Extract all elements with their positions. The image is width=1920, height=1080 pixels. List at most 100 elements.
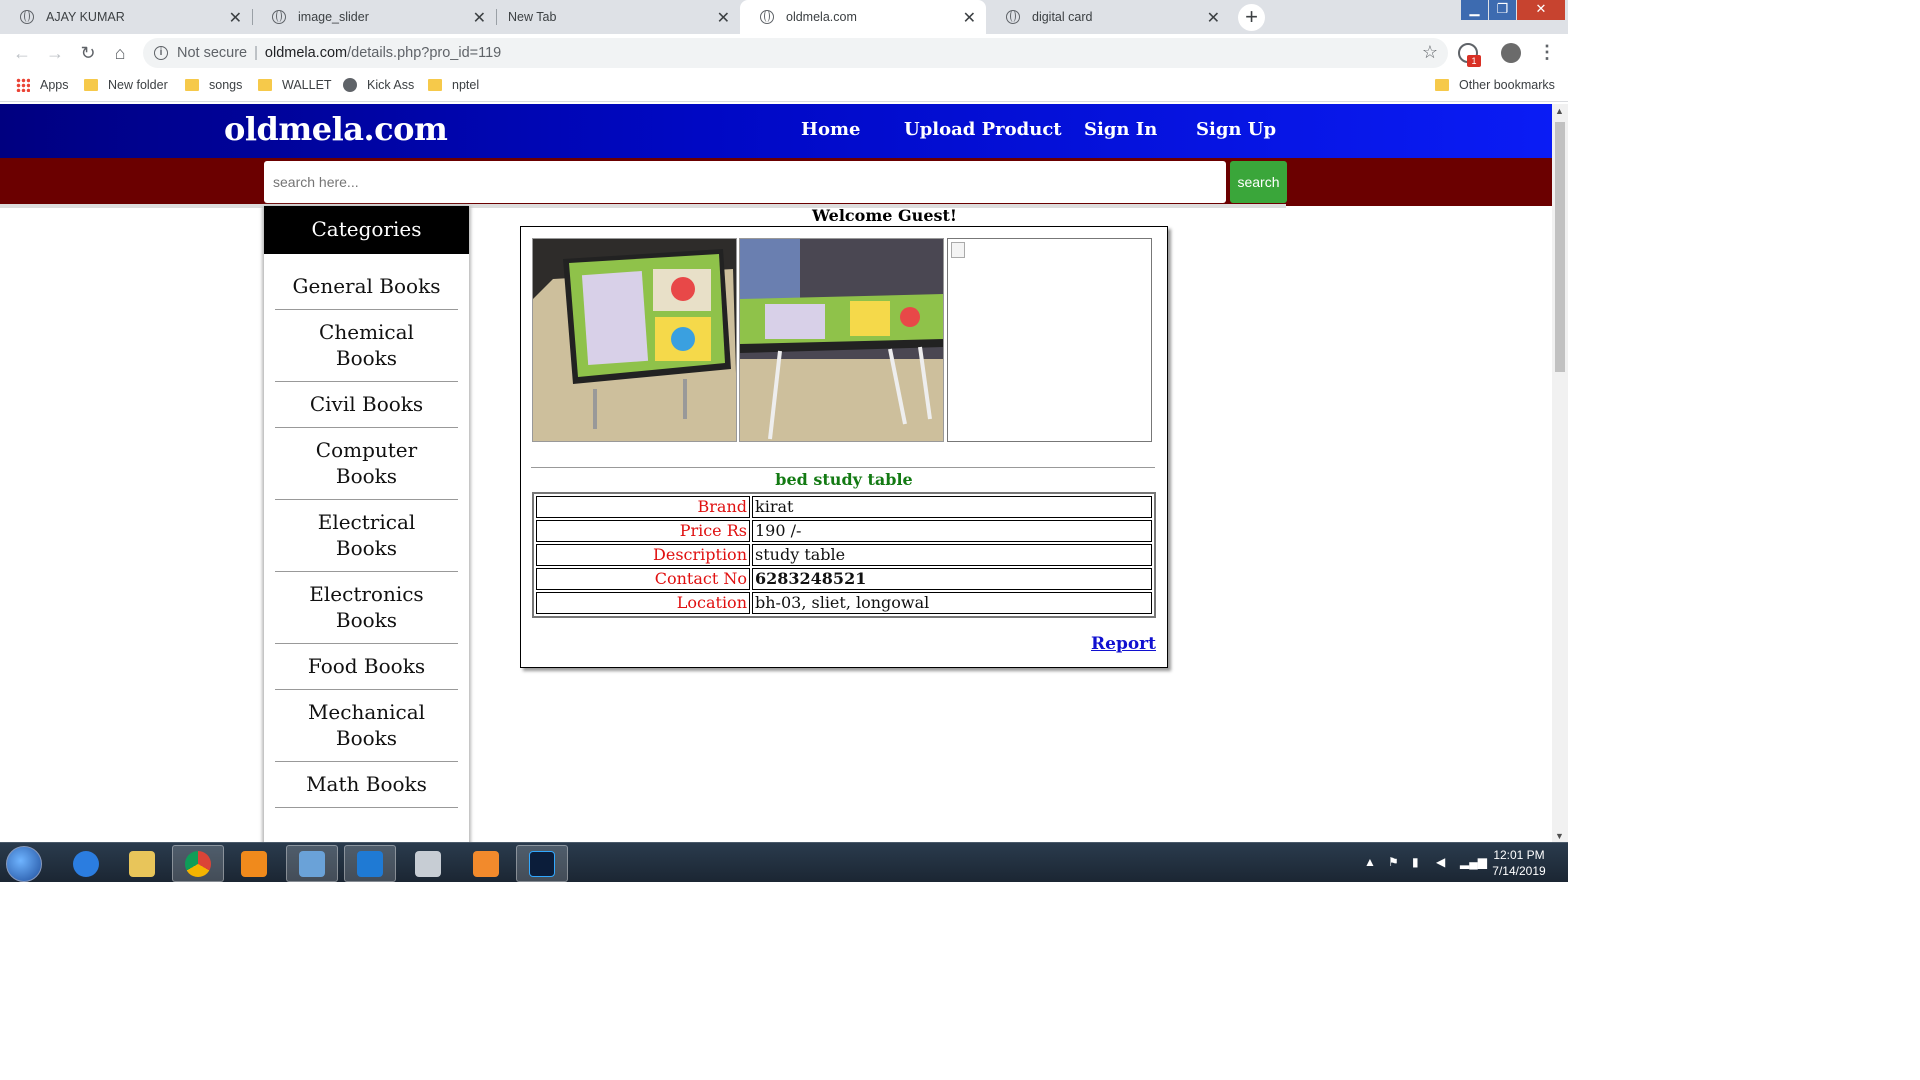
detail-key: Brand [536, 496, 750, 518]
detail-key: Description [536, 544, 750, 566]
taskbar-clock[interactable]: 12:01 PM 7/14/2019 [1488, 847, 1550, 879]
category-mechanical-books[interactable]: Mechanical Books [275, 690, 458, 762]
nav-sign-in[interactable]: Sign In [1084, 119, 1157, 140]
home-button[interactable]: ⌂ [109, 42, 131, 64]
tab-digital-card[interactable]: digital card ✕ [986, 0, 1230, 34]
category-civil-books[interactable]: Civil Books [275, 382, 458, 428]
tab-label: oldmela.com [786, 10, 857, 24]
search-input[interactable] [264, 161, 1226, 203]
security-label: Not secure [177, 45, 248, 61]
category-food-books[interactable]: Food Books [275, 644, 458, 690]
reload-button[interactable]: ↻ [77, 42, 99, 64]
clock-time: 12:01 PM [1493, 848, 1545, 862]
welcome-message: Welcome Guest! [812, 206, 957, 225]
search-button[interactable]: search [1230, 161, 1287, 203]
tab-image-slider[interactable]: image_slider ✕ [252, 0, 496, 34]
detail-value: kirat [752, 496, 1152, 518]
report-link[interactable]: Report [1091, 634, 1156, 654]
globe-icon [20, 10, 34, 24]
taskbar-file-explorer[interactable] [116, 845, 168, 882]
site-logo[interactable]: oldmela.com [224, 110, 448, 148]
bookmark-label: Apps [40, 78, 69, 92]
nav-upload-product[interactable]: Upload Product [904, 119, 1062, 140]
table-photo-top-view [533, 239, 736, 441]
product-image-1[interactable] [532, 238, 737, 442]
start-button[interactable] [6, 846, 42, 882]
bookmark-new-folder[interactable]: New folder [84, 78, 168, 92]
taskbar-paint[interactable] [286, 845, 338, 882]
battery-icon[interactable]: ▮ [1412, 855, 1419, 869]
product-image-2[interactable] [739, 238, 944, 442]
tab-label: digital card [1032, 10, 1093, 24]
broken-image-icon [951, 242, 965, 258]
close-icon[interactable]: ✕ [963, 8, 976, 28]
close-icon[interactable]: ✕ [229, 8, 242, 28]
url-host: oldmela.com [264, 45, 348, 61]
browser-menu-icon[interactable]: ⋮ [1538, 42, 1556, 63]
taskbar-internet-explorer[interactable] [60, 845, 112, 882]
close-icon[interactable]: ✕ [1207, 8, 1220, 28]
nav-sign-up[interactable]: Sign Up [1196, 119, 1276, 140]
category-chemical-books[interactable]: Chemical Books [275, 310, 458, 382]
category-computer-books[interactable]: Computer Books [275, 428, 458, 500]
bookmark-other[interactable]: Other bookmarks [1435, 78, 1555, 92]
taskbar-chrome[interactable] [172, 845, 224, 882]
table-photo-side-view [740, 239, 943, 441]
show-hidden-icons[interactable]: ▲ [1364, 855, 1376, 869]
category-electronics-books[interactable]: Electronics Books [275, 572, 458, 644]
network-signal-icon[interactable]: ▂▄▆ [1460, 855, 1487, 869]
bookmark-star-icon[interactable]: ☆ [1422, 42, 1438, 63]
tab-label: New Tab [508, 10, 557, 24]
back-button[interactable]: ← [11, 42, 33, 64]
category-general-books[interactable]: General Books [275, 264, 458, 310]
page-viewport: oldmela.com Home Upload Product Sign In … [0, 104, 1552, 842]
photoshop-icon [529, 850, 555, 877]
taskbar-media-player[interactable] [228, 845, 280, 882]
tab-ajay-kumar[interactable]: AJAY KUMAR ✕ [0, 0, 252, 34]
taskbar-calculator[interactable] [402, 845, 454, 882]
close-icon[interactable]: ✕ [717, 8, 730, 28]
category-math-books[interactable]: Math Books [275, 762, 458, 808]
address-bar[interactable]: i Not secure | oldmela.com /details.php?… [143, 38, 1448, 68]
product-details-table: Brand kirat Price Rs 190 /- Description … [532, 492, 1156, 618]
scroll-down-arrow-icon[interactable]: ▼ [1555, 831, 1564, 841]
minimize-button[interactable]: ▁ [1461, 0, 1488, 20]
taskbar-photoshop[interactable] [516, 845, 568, 882]
taskbar-vscode[interactable] [344, 845, 396, 882]
maximize-button[interactable]: ❐ [1489, 0, 1516, 20]
category-electrical-books[interactable]: Electrical Books [275, 500, 458, 572]
divider [531, 467, 1155, 468]
vscode-icon [357, 850, 383, 877]
window-close-button[interactable]: ✕ [1517, 0, 1565, 20]
bookmark-label: songs [209, 78, 243, 92]
bookmark-apps[interactable]: Apps [16, 78, 69, 92]
info-icon[interactable]: i [154, 46, 168, 60]
category-list: General Books Chemical Books Civil Books… [264, 254, 469, 808]
profile-avatar[interactable] [1501, 43, 1521, 63]
product-image-3-broken[interactable] [947, 238, 1152, 442]
action-center-flag-icon[interactable]: ⚑ [1388, 855, 1399, 869]
taskbar-xampp[interactable] [460, 845, 512, 882]
tab-oldmela[interactable]: oldmela.com ✕ [740, 0, 986, 34]
close-icon[interactable]: ✕ [473, 8, 486, 28]
forward-button[interactable]: → [44, 42, 66, 64]
tab-strip: AJAY KUMAR ✕ image_slider ✕ New Tab ✕ ol… [0, 0, 1568, 34]
bookmark-kick-ass[interactable]: Kick Ass [343, 78, 414, 92]
bookmark-songs[interactable]: songs [185, 78, 242, 92]
volume-icon[interactable]: ◀ [1436, 855, 1445, 869]
bookmark-wallet[interactable]: WALLET [258, 78, 332, 92]
table-row: Brand kirat [536, 496, 1152, 518]
bookmark-nptel[interactable]: nptel [428, 78, 479, 92]
media-player-icon [241, 850, 267, 877]
table-row: Contact No 6283248521 [536, 568, 1152, 590]
page-scrollbar[interactable]: ▲ ▼ [1552, 104, 1568, 842]
bookmark-label: Other bookmarks [1459, 78, 1555, 92]
globe-icon [760, 10, 774, 24]
folder-icon [84, 79, 98, 91]
tab-new-tab[interactable]: New Tab ✕ [496, 0, 740, 34]
categories-title: Categories [264, 206, 469, 254]
new-tab-button[interactable]: + [1238, 4, 1265, 31]
scroll-up-arrow-icon[interactable]: ▲ [1555, 106, 1564, 116]
nav-home[interactable]: Home [801, 119, 861, 140]
scroll-thumb[interactable] [1555, 122, 1565, 372]
